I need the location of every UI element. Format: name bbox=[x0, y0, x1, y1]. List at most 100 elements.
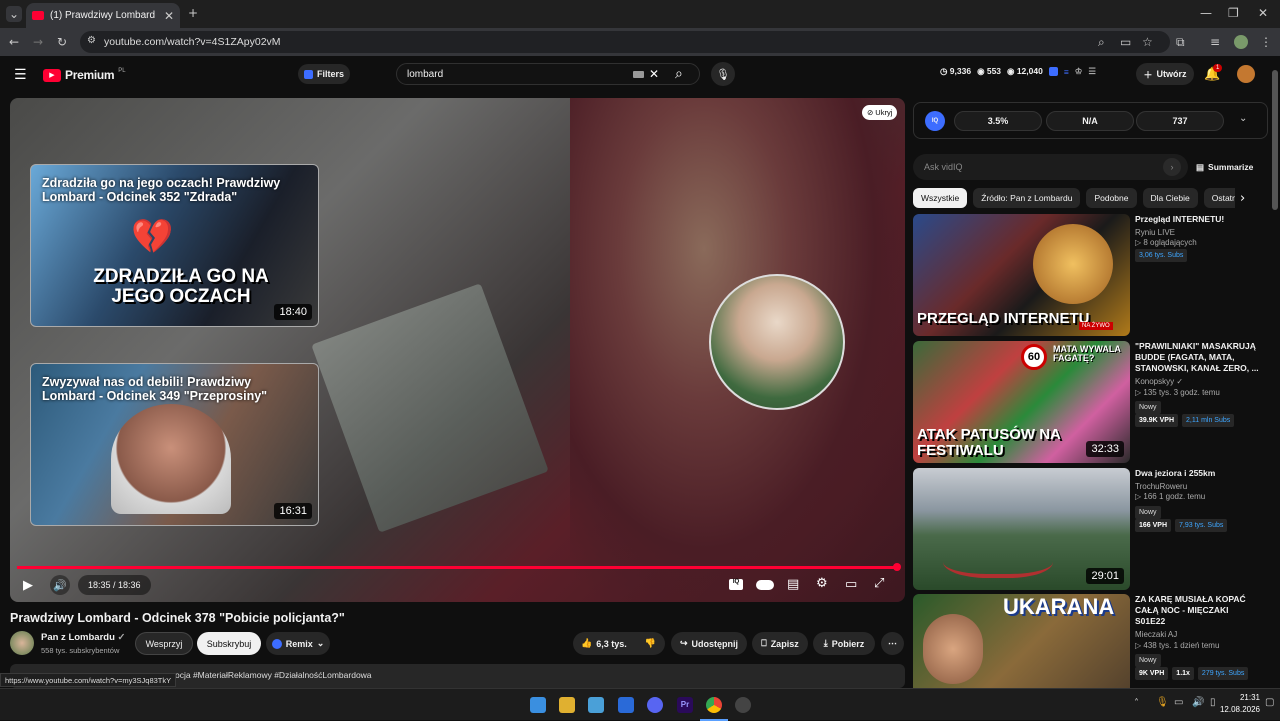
rec-channel[interactable]: Mieczaki AJ bbox=[1135, 630, 1260, 640]
theater-mode-icon[interactable]: ▭ bbox=[845, 577, 857, 592]
channel-name[interactable]: Pan z Lombardu ✓ bbox=[41, 632, 126, 643]
app-icon-2[interactable] bbox=[618, 697, 634, 713]
rec-title[interactable]: Przegląd INTERNETU! bbox=[1135, 214, 1260, 225]
vidiq-filters-button[interactable]: Filters bbox=[298, 64, 350, 84]
bookmark-star-icon[interactable]: ☆ bbox=[1142, 35, 1153, 49]
back-icon[interactable]: ← bbox=[9, 35, 19, 49]
app-icon-1[interactable] bbox=[588, 697, 604, 713]
microphone-tray-icon[interactable]: 🎙 bbox=[1156, 697, 1169, 708]
rec-thumbnail[interactable]: 29:01 bbox=[913, 468, 1130, 590]
rec-title[interactable]: "PRAWILNIAKI" MASAKRUJĄ BUDDE (FAGATA, M… bbox=[1135, 341, 1260, 374]
browser-menu-icon[interactable]: ⋮ bbox=[1260, 35, 1272, 49]
forward-icon[interactable]: → bbox=[33, 35, 43, 49]
list-icon[interactable]: ☰ bbox=[1088, 66, 1096, 77]
rec-channel[interactable]: Konopskyy ✓ bbox=[1135, 377, 1260, 387]
clear-search-icon[interactable]: ✕ bbox=[649, 67, 659, 81]
progress-scrubber[interactable] bbox=[893, 563, 901, 571]
notification-center-icon[interactable]: ▢ bbox=[1265, 697, 1274, 708]
trophy-icon[interactable]: ♔ bbox=[1075, 66, 1083, 77]
discord-icon[interactable] bbox=[647, 697, 663, 713]
network-icon[interactable]: ▭ bbox=[1174, 697, 1183, 708]
save-button[interactable]: ⎕ Zapisz bbox=[752, 632, 808, 655]
ask-vidiq-input[interactable]: Ask vidIQ › bbox=[913, 154, 1188, 180]
autoplay-toggle[interactable] bbox=[756, 580, 774, 590]
chip-all[interactable]: Wszystkie bbox=[913, 188, 968, 208]
vidiq-menu-icon[interactable]: ≡ bbox=[1064, 67, 1069, 77]
address-bar[interactable]: ⚙ youtube.com/watch?v=4S1ZApy02vM ⌕ ▭ ☆ bbox=[80, 31, 1170, 53]
create-button[interactable]: ＋ Utwórz bbox=[1136, 63, 1194, 85]
keyboard-icon[interactable] bbox=[633, 71, 644, 78]
vidiq-logo-icon[interactable]: IQ bbox=[925, 111, 945, 131]
send-icon[interactable]: › bbox=[1163, 158, 1181, 176]
app-icon-3[interactable] bbox=[735, 697, 751, 713]
search-input[interactable]: lombard ✕ bbox=[396, 63, 700, 85]
browser-tab[interactable]: (1) Prawdziwy Lombard - Odcin ✕ bbox=[26, 3, 180, 28]
play-icon[interactable]: ▶ bbox=[23, 578, 33, 593]
restore-icon[interactable]: ❐ bbox=[1228, 6, 1239, 20]
file-explorer-icon[interactable] bbox=[559, 697, 575, 713]
rec-title[interactable]: ZA KARĘ MUSIAŁA KOPAĆ CAŁĄ NOC - MIĘCZAK… bbox=[1135, 594, 1260, 627]
site-info-icon[interactable]: ⚙ bbox=[87, 35, 96, 46]
rec-thumbnail[interactable]: 60 MATA WYWALA FAGATĘ? ATAK PATUSÓW NA F… bbox=[913, 341, 1130, 463]
rec-thumbnail[interactable]: UKARANA bbox=[913, 594, 1130, 688]
chip-for-you[interactable]: Dla Ciebie bbox=[1142, 188, 1198, 208]
chrome-icon[interactable] bbox=[706, 697, 722, 713]
voice-search-icon[interactable]: 🎙 bbox=[711, 62, 735, 86]
new-tab-icon[interactable]: + bbox=[188, 6, 198, 20]
extensions-icon[interactable]: ⧉ bbox=[1176, 35, 1185, 50]
endcard-video-2[interactable]: Zwyzywał nas od debili! Prawdziwy Lombar… bbox=[30, 363, 319, 526]
share-button[interactable]: ↪ Udostępnij bbox=[671, 632, 747, 655]
hide-endcards-button[interactable]: ⊘ Ukryj bbox=[862, 105, 898, 120]
youtube-logo[interactable]: ▶ Premium PL bbox=[43, 68, 126, 82]
close-window-icon[interactable]: ✕ bbox=[1258, 6, 1268, 20]
start-menu-icon[interactable] bbox=[530, 697, 546, 713]
chip-recent[interactable]: Ostatnio bbox=[1203, 188, 1235, 208]
rec-thumbnail[interactable]: PRZEGLĄD INTERNETU NA ŻYWO bbox=[913, 214, 1130, 336]
hamburger-menu-icon[interactable]: ☰ bbox=[14, 67, 27, 83]
fullscreen-icon[interactable]: ⤢ bbox=[874, 576, 884, 591]
zoom-icon[interactable]: ⌕ bbox=[1098, 35, 1105, 50]
remix-button[interactable]: Remix ⌄ bbox=[266, 632, 330, 655]
video-player[interactable]: ⊘ Ukryj Zdradziła go na jego oczach! Praw… bbox=[10, 98, 905, 602]
support-button[interactable]: Wesprzyj bbox=[135, 632, 193, 655]
search-icon[interactable]: ⌕ bbox=[675, 66, 683, 82]
vidiq-player-icon[interactable]: IQ bbox=[729, 579, 743, 590]
rec-card-4[interactable]: UKARANA ZA KARĘ MUSIAŁA KOPAĆ CAŁĄ NOC -… bbox=[913, 594, 1268, 688]
tab-search-icon[interactable]: ≡ bbox=[1210, 35, 1220, 49]
rec-title[interactable]: Dwa jeziora i 255km bbox=[1135, 468, 1260, 479]
subtitles-icon[interactable]: ▤ bbox=[787, 577, 799, 592]
rec-channel[interactable]: TrochuRoweru bbox=[1135, 482, 1260, 492]
page-scrollbar[interactable] bbox=[1272, 70, 1278, 210]
minimize-icon[interactable]: — bbox=[1200, 6, 1212, 20]
like-icon[interactable]: 👍 bbox=[581, 638, 592, 649]
channel-subscribe-endcard[interactable] bbox=[709, 274, 845, 410]
rec-card-3[interactable]: 29:01 Dwa jeziora i 255km TrochuRoweru ▷… bbox=[913, 468, 1268, 590]
expand-panel-icon[interactable]: ⌄ bbox=[1239, 113, 1247, 124]
tab-list-icon[interactable]: ⌄ bbox=[6, 6, 22, 22]
summarize-button[interactable]: ▤ Summarize bbox=[1196, 162, 1253, 173]
subscribe-button[interactable]: Subskrybuj bbox=[197, 632, 261, 655]
chips-next-icon[interactable]: › bbox=[1240, 191, 1245, 206]
dislike-icon[interactable]: 👎 bbox=[645, 638, 656, 649]
account-avatar[interactable] bbox=[1237, 65, 1255, 83]
speaker-icon[interactable]: 🔊 bbox=[1192, 697, 1204, 708]
close-tab-icon[interactable]: ✕ bbox=[164, 9, 174, 23]
rec-channel[interactable]: Ryniu LIVE bbox=[1135, 228, 1260, 238]
endcard-video-1[interactable]: Zdradziła go na jego oczach! Prawdziwy L… bbox=[30, 164, 319, 327]
chip-similar[interactable]: Podobne bbox=[1086, 188, 1137, 208]
reload-icon[interactable]: ↻ bbox=[57, 35, 67, 49]
download-button[interactable]: ⤓ Pobierz bbox=[813, 632, 875, 655]
progress-bar[interactable] bbox=[17, 566, 900, 569]
volume-icon[interactable]: 🔊 bbox=[50, 575, 70, 595]
like-count[interactable]: 6,3 tys. bbox=[596, 639, 627, 649]
settings-gear-icon[interactable]: ⚙ bbox=[816, 576, 828, 591]
rec-card-1[interactable]: PRZEGLĄD INTERNETU NA ŻYWO Przegląd INTE… bbox=[913, 214, 1268, 336]
vidiq-icon[interactable] bbox=[1048, 67, 1058, 76]
chip-source[interactable]: Źródło: Pan z Lombardu bbox=[973, 188, 1081, 208]
more-actions-icon[interactable]: ⋯ bbox=[881, 632, 904, 655]
channel-avatar[interactable] bbox=[10, 631, 34, 655]
rec-card-2[interactable]: 60 MATA WYWALA FAGATĘ? ATAK PATUSÓW NA F… bbox=[913, 341, 1268, 463]
premiere-pro-icon[interactable]: Pr bbox=[677, 697, 693, 713]
profile-avatar[interactable] bbox=[1234, 35, 1248, 49]
tray-overflow-icon[interactable]: ˄ bbox=[1134, 698, 1139, 709]
